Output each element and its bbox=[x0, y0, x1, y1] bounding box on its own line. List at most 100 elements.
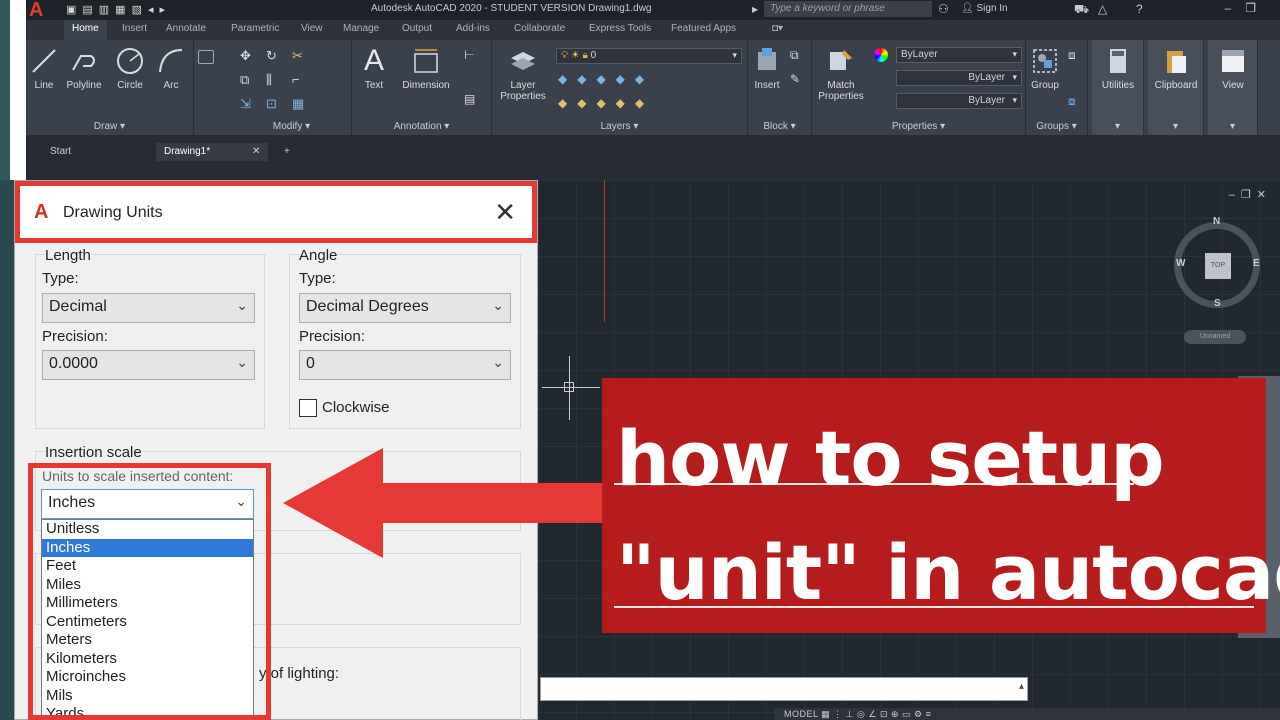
polyline-button[interactable]: Polyline bbox=[62, 46, 106, 91]
angle-precision-select[interactable]: 0 ⌄ bbox=[299, 350, 511, 380]
view-panel[interactable]: View ▾ bbox=[1208, 40, 1258, 135]
arc-button[interactable]: Arc bbox=[154, 46, 188, 91]
lighting-label: y of lighting: bbox=[259, 665, 340, 682]
window-controls[interactable]: –❐ bbox=[1225, 1, 1270, 15]
tab-featured-apps[interactable]: Featured Apps bbox=[671, 23, 736, 34]
layer-dropdown[interactable]: 💡︎ ☀︎ 🔒︎ 0 bbox=[556, 48, 742, 64]
trim-icon[interactable]: ✂ bbox=[292, 48, 308, 63]
properties-panel: Match Properties ByLayer ByLayer ByLayer… bbox=[812, 40, 1026, 135]
text-button[interactable]: A Text bbox=[356, 46, 392, 92]
autocad-logo-icon[interactable]: A bbox=[26, 0, 58, 20]
binoculars-icon[interactable]: ⚇ bbox=[938, 2, 949, 16]
tab-insert[interactable]: Insert bbox=[122, 23, 147, 34]
length-type-select[interactable]: Decimal ⌄ bbox=[42, 293, 255, 323]
tab-collaborate[interactable]: Collaborate bbox=[514, 23, 565, 34]
tab-annotate[interactable]: Annotate bbox=[166, 23, 206, 34]
layer-tools-icon[interactable]: ◆◆◆◆◆ bbox=[558, 72, 668, 86]
calculator-icon bbox=[1110, 49, 1126, 73]
viewcube-top-face[interactable]: TOP bbox=[1205, 253, 1231, 279]
fillet-icon[interactable]: ⌐ bbox=[292, 72, 308, 87]
tab-addins[interactable]: Add-ins bbox=[456, 23, 490, 34]
cart-icon[interactable]: ⛟ bbox=[1074, 2, 1089, 18]
array-icon[interactable]: ▦ bbox=[292, 96, 308, 111]
compass-south[interactable]: S bbox=[1214, 298, 1221, 309]
clipboard-expand-icon[interactable]: ▾ bbox=[1148, 121, 1203, 132]
annotation-panel-label[interactable]: Annotation ▾ bbox=[352, 121, 491, 132]
copy-icon[interactable]: ⧉ bbox=[240, 72, 256, 87]
dialog-title: Drawing Units bbox=[63, 204, 163, 221]
command-expand-icon[interactable]: ▴ bbox=[1019, 681, 1024, 692]
clockwise-checkbox[interactable] bbox=[299, 399, 317, 417]
block-panel-label[interactable]: Block ▾ bbox=[748, 121, 811, 132]
line-button[interactable]: Line bbox=[28, 46, 60, 91]
tab-home[interactable]: Home bbox=[64, 20, 107, 40]
layers-panel-label[interactable]: Layers ▾ bbox=[492, 121, 747, 132]
status-toggles[interactable]: ▦ ⋮ ⊥ ◎ ∠ ⊡ ⊕ ▭ ⚙ ≡ bbox=[818, 709, 931, 719]
tab-manage[interactable]: Manage bbox=[343, 23, 379, 34]
draw-panel: Line Polyline Circle Arc Draw ▾ bbox=[26, 40, 214, 135]
angle-type-select[interactable]: Decimal Degrees ⌄ bbox=[299, 293, 511, 323]
utilities-expand-icon[interactable]: ▾ bbox=[1092, 121, 1143, 132]
mirror-icon[interactable]: ⫼ bbox=[266, 72, 282, 87]
circle-button[interactable]: Circle bbox=[112, 46, 148, 91]
tab-parametric[interactable]: Parametric bbox=[231, 23, 279, 34]
scale-icon[interactable]: ⊡ bbox=[266, 96, 282, 111]
utilities-panel[interactable]: Utilities ▾ bbox=[1092, 40, 1144, 135]
compass-east[interactable]: E bbox=[1253, 258, 1260, 269]
wcs-menu[interactable]: Unnamed bbox=[1184, 330, 1246, 344]
tab-view[interactable]: View bbox=[301, 23, 323, 34]
compass-west[interactable]: W bbox=[1176, 258, 1185, 269]
tab-output[interactable]: Output bbox=[402, 23, 432, 34]
layer-state-icon[interactable]: ◆◆◆◆◆ bbox=[558, 96, 668, 110]
linetype-dropdown[interactable]: ByLayer bbox=[896, 70, 1022, 86]
compass-north[interactable]: N bbox=[1213, 216, 1220, 227]
clockwise-label[interactable]: Clockwise bbox=[322, 399, 390, 416]
tab-express-tools[interactable]: Express Tools bbox=[589, 23, 651, 34]
stretch-icon[interactable]: ⇲ bbox=[240, 96, 256, 111]
quick-access-toolbar[interactable]: ▣▤▥▦▧◂▸ bbox=[66, 3, 171, 16]
minimize-icon[interactable]: – bbox=[1225, 1, 1246, 15]
close-tab-icon[interactable]: ✕ bbox=[244, 143, 268, 161]
utilities-button[interactable]: Utilities bbox=[1092, 46, 1144, 91]
lineweight-dropdown[interactable]: ByLayer bbox=[896, 93, 1022, 109]
search-input[interactable]: Type a keyword or phrase bbox=[764, 1, 932, 17]
tab-start[interactable]: Start bbox=[42, 143, 79, 161]
clipboard-button[interactable]: Clipboard bbox=[1148, 46, 1204, 91]
rectangle-icon[interactable] bbox=[198, 50, 214, 64]
insert-button[interactable]: Insert bbox=[750, 46, 784, 91]
color-wheel-icon[interactable] bbox=[874, 48, 888, 62]
groups-panel-label[interactable]: Groups ▾ bbox=[1026, 121, 1087, 132]
autodesk-app-icon[interactable]: △ bbox=[1098, 2, 1107, 16]
sign-in-button[interactable]: 👤︎ Sign In bbox=[961, 3, 1008, 14]
move-icon[interactable]: ✥ bbox=[240, 48, 256, 63]
new-tab-icon[interactable]: + bbox=[276, 143, 298, 161]
command-line[interactable]: ▴ bbox=[540, 677, 1028, 701]
modify-panel-label[interactable]: Modify ▾ bbox=[232, 121, 351, 132]
ribbon-toggle-icon[interactable]: ◘▾ bbox=[772, 23, 783, 34]
close-icon[interactable]: ✕ bbox=[494, 197, 516, 228]
help-icon[interactable]: ? bbox=[1136, 2, 1143, 16]
viewport-controls[interactable]: –❐✕ bbox=[1229, 188, 1272, 201]
model-space-button[interactable]: MODEL bbox=[784, 709, 818, 719]
dimension-button[interactable]: Dimension bbox=[396, 46, 456, 91]
edit-block-icon[interactable]: ✎ bbox=[790, 72, 806, 86]
properties-panel-label[interactable]: Properties ▾ bbox=[812, 121, 1025, 132]
match-properties-button[interactable]: Match Properties bbox=[816, 46, 866, 102]
clipboard-panel[interactable]: Clipboard ▾ bbox=[1148, 40, 1204, 135]
table-icon[interactable]: ▤ bbox=[464, 92, 480, 106]
layer-properties-button[interactable]: Layer Properties bbox=[498, 46, 548, 102]
rotate-icon[interactable]: ↻ bbox=[266, 48, 282, 63]
draw-panel-label[interactable]: Draw ▾ bbox=[26, 121, 193, 132]
color-dropdown[interactable]: ByLayer bbox=[896, 47, 1022, 63]
restore-icon[interactable]: ❐ bbox=[1245, 1, 1270, 15]
ribbon-tabs: Home Insert Annotate Parametric View Man… bbox=[26, 20, 1280, 40]
leader-icon[interactable]: ⊢ bbox=[464, 48, 480, 62]
create-block-icon[interactable]: ⧉ bbox=[790, 48, 806, 62]
group-edit-icon[interactable]: ⧇ bbox=[1068, 94, 1084, 108]
ungroup-icon[interactable]: ⧈ bbox=[1068, 48, 1084, 62]
group-button[interactable]: Group bbox=[1028, 46, 1062, 91]
view-expand-icon[interactable]: ▾ bbox=[1208, 121, 1257, 132]
length-precision-select[interactable]: 0.0000 ⌄ bbox=[42, 350, 255, 380]
viewcube[interactable]: TOP bbox=[1174, 222, 1260, 308]
view-button[interactable]: View bbox=[1208, 46, 1258, 91]
